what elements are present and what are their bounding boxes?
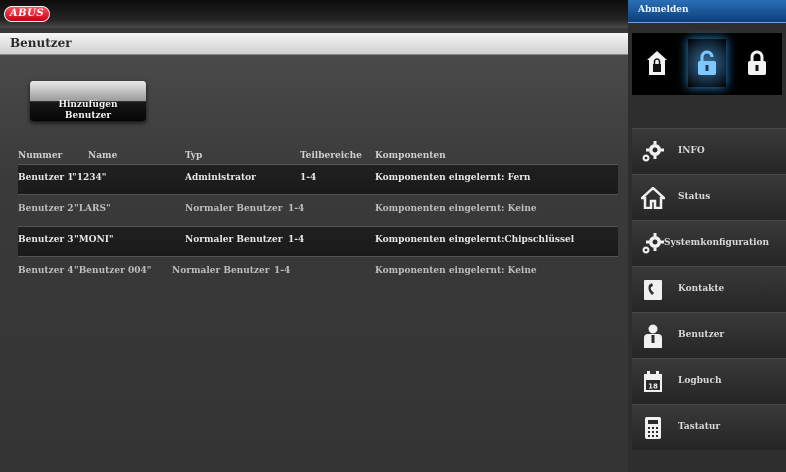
sidebar-menu: INFO Status Systemkonfiguration Kontakte… — [632, 128, 786, 450]
user-areas: 1-4 — [288, 235, 305, 245]
top-bar: ABUS — [0, 0, 628, 28]
column-header-components: Komponenten — [375, 151, 446, 161]
user-type: Normaler Benutzer — [185, 204, 283, 214]
sidebar-item-users[interactable]: Benutzer — [632, 312, 786, 358]
user-number: Benutzer 3 — [18, 235, 74, 245]
user-areas: 1-4 — [288, 204, 305, 214]
sidebar-item-info[interactable]: INFO — [632, 128, 786, 174]
user-number: Benutzer 2 — [18, 204, 74, 214]
page-title: Benutzer — [10, 36, 72, 50]
logout-button[interactable]: Abmelden — [638, 5, 689, 15]
house-icon — [640, 185, 666, 211]
svg-text:18: 18 — [648, 383, 658, 391]
keypad-icon — [640, 415, 666, 441]
sidebar-item-keypad[interactable]: Tastatur — [632, 404, 786, 450]
arm-button[interactable] — [738, 39, 776, 87]
user-components: Komponenten eingelernt: Fern — [375, 173, 531, 183]
user-type: Normaler Benutzer — [172, 266, 270, 276]
logout-bar[interactable]: Abmelden — [628, 0, 786, 23]
column-header-number: Nummer — [18, 151, 63, 161]
sidebar-item-status[interactable]: Status — [632, 174, 786, 220]
sidebar-item-logbook[interactable]: 18 Logbuch — [632, 358, 786, 404]
user-areas: 1-4 — [300, 173, 317, 183]
abus-logo: ABUS — [4, 6, 50, 22]
title-bar: Benutzer — [0, 33, 628, 55]
user-number: Benutzer 4 — [18, 266, 74, 276]
main-panel: Hinzufügen Benutzer Nummer Name Typ Teil… — [0, 55, 628, 472]
table-header: Nummer Name Typ Teilbereiche Komponenten — [18, 151, 618, 163]
table-row[interactable]: Benutzer 1 "1234" Administrator 1-4 Komp… — [18, 164, 618, 195]
sidebar-item-label: Kontakte — [678, 284, 725, 294]
user-icon — [640, 323, 666, 349]
sidebar-item-label: Tastatur — [678, 422, 721, 432]
sidebar-item-label: Logbuch — [678, 376, 722, 386]
gears-icon — [640, 231, 666, 257]
calendar-icon: 18 — [640, 369, 666, 395]
user-number: Benutzer 1 — [18, 173, 74, 183]
sidebar-item-system-config[interactable]: Systemkonfiguration — [632, 220, 786, 266]
unlocked-icon — [698, 50, 716, 75]
user-name: "LARS" — [74, 204, 111, 214]
column-header-name: Name — [88, 151, 118, 161]
user-name: "Benutzer 004" — [74, 266, 152, 276]
sidebar-item-label: Benutzer — [678, 330, 725, 340]
sidebar-spacer — [628, 95, 786, 125]
right-sidebar: Abmelden INFO Status Systemkonfiguration… — [628, 0, 786, 472]
home-lock-button[interactable] — [638, 39, 676, 87]
locked-icon — [748, 50, 766, 75]
gears-icon — [640, 139, 666, 165]
sidebar-item-label: Status — [678, 192, 711, 202]
table-row[interactable]: Benutzer 3 "MONI" Normaler Benutzer 1-4 … — [18, 226, 618, 257]
column-header-areas: Teilbereiche — [300, 151, 362, 161]
sidebar-item-label: INFO — [678, 146, 705, 156]
home-lock-icon — [647, 51, 667, 75]
user-areas: 1-4 — [274, 266, 291, 276]
sidebar-item-contacts[interactable]: Kontakte — [632, 266, 786, 312]
user-components: Komponenten eingelernt:Chipschlüssel — [375, 235, 575, 245]
add-user-button[interactable]: Hinzufügen Benutzer — [30, 81, 146, 121]
table-row[interactable]: Benutzer 2 "LARS" Normaler Benutzer 1-4 … — [18, 195, 618, 226]
user-name: "MONI" — [74, 235, 114, 245]
column-header-type: Typ — [185, 151, 203, 161]
user-type: Administrator — [185, 173, 256, 183]
user-type: Normaler Benutzer — [185, 235, 283, 245]
add-user-button-label: Hinzufügen Benutzer — [58, 100, 118, 121]
table-row[interactable]: Benutzer 4 "Benutzer 004" Normaler Benut… — [18, 257, 618, 288]
app-window: ABUS Benutzer Hinzufügen Benutzer Nummer… — [0, 0, 786, 472]
disarm-button[interactable] — [688, 39, 726, 87]
sidebar-item-label: Systemkonfiguration — [664, 238, 770, 248]
arm-mode-strip — [632, 33, 782, 95]
user-components: Komponenten eingelernt: Keine — [375, 266, 537, 276]
user-name: "1234" — [72, 173, 107, 183]
user-components: Komponenten eingelernt: Keine — [375, 204, 537, 214]
phone-book-icon — [640, 277, 666, 303]
